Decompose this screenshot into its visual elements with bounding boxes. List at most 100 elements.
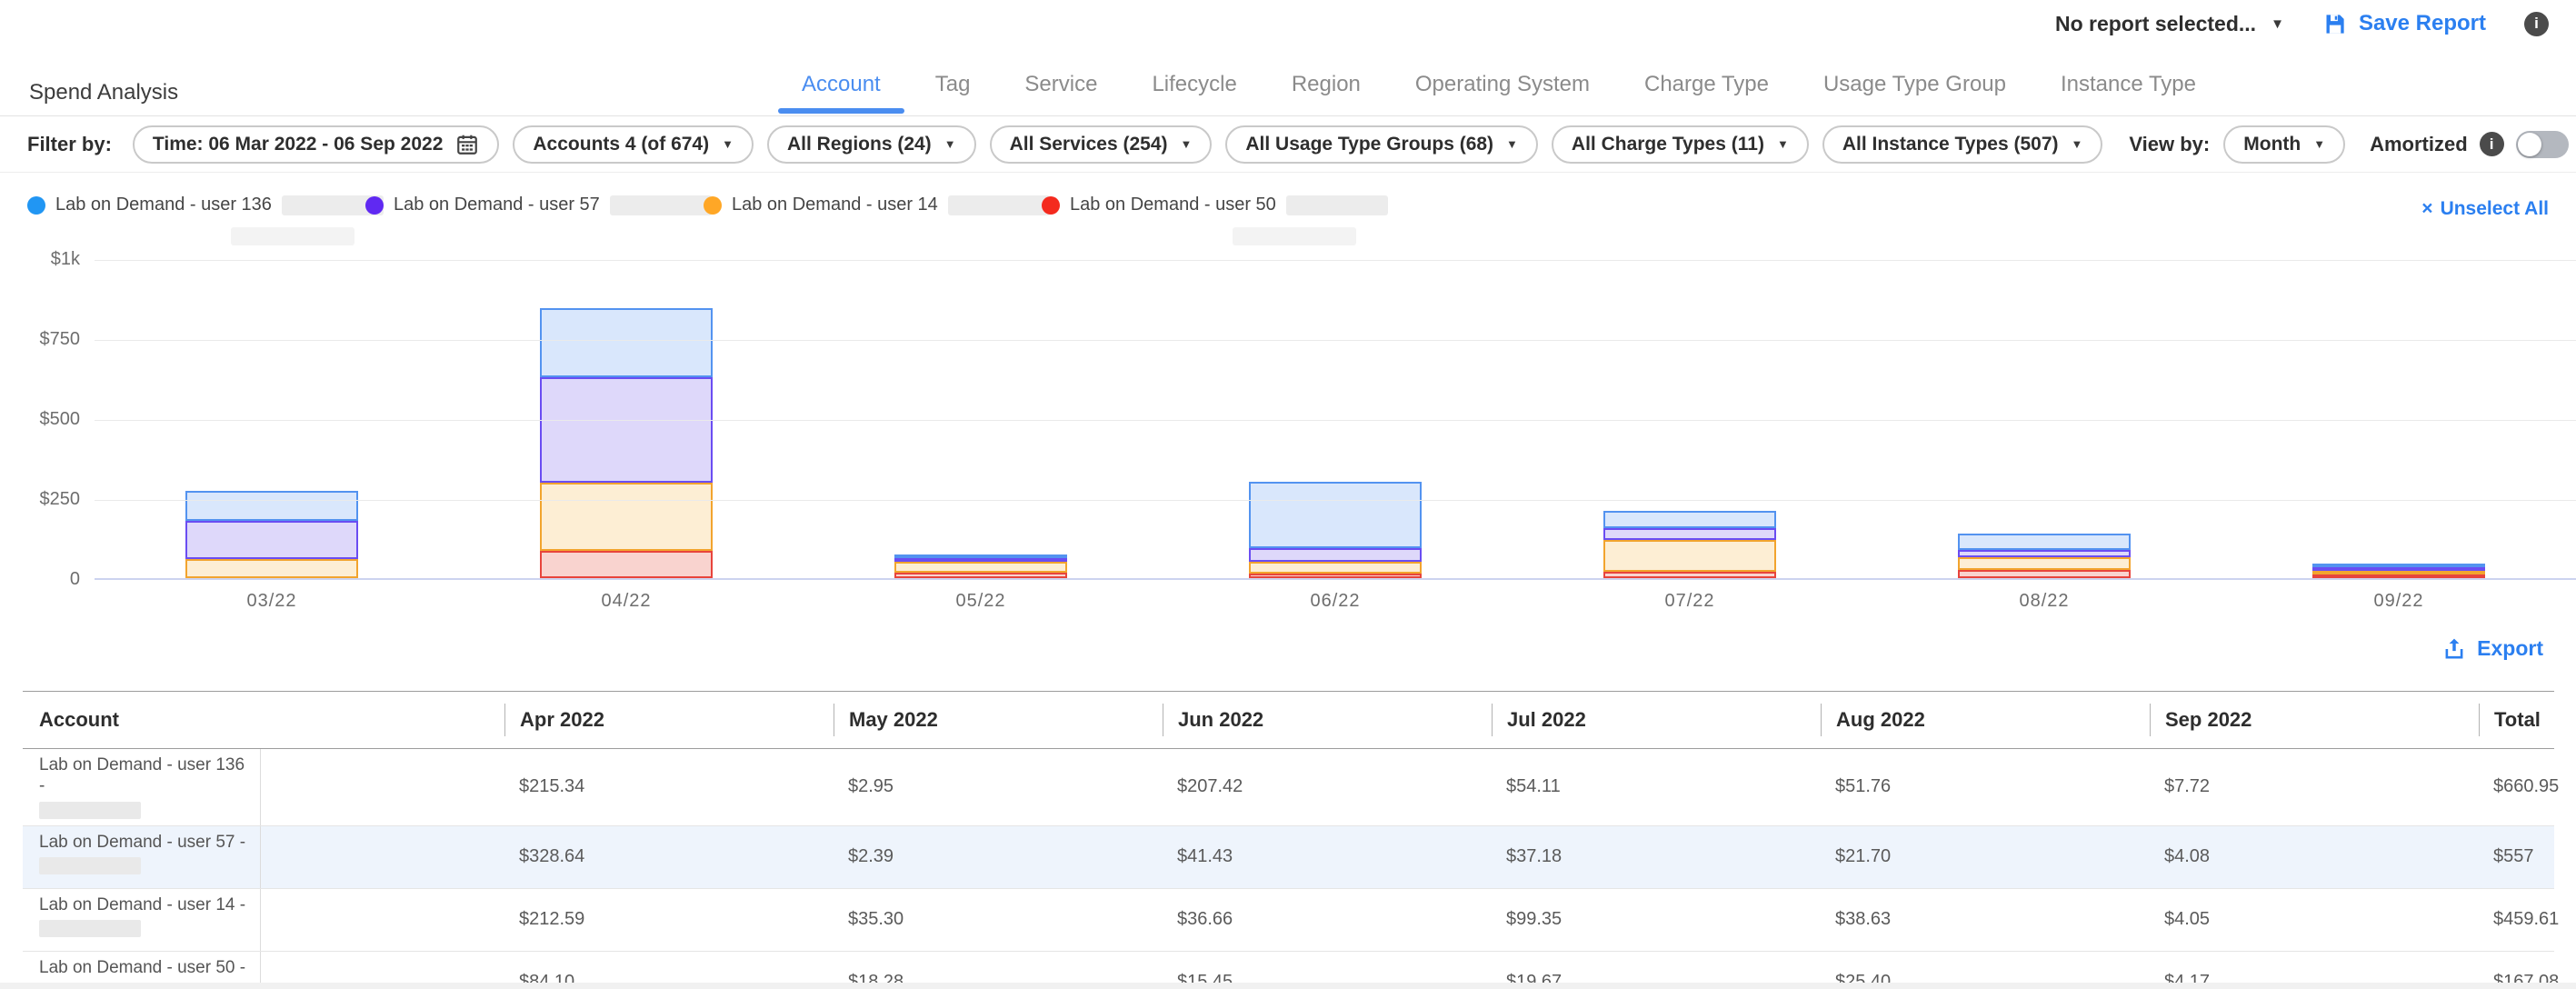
column-header-Sep 2022: Sep 2022 [2150,692,2479,749]
x-tick-label: 04/22 [449,591,804,612]
bottom-edge-strip [0,983,2576,989]
legend-dot-icon [1042,196,1060,215]
tab-service[interactable]: Service [997,53,1124,115]
value-cell: $36.66 [1163,888,1492,951]
stacked-bar-03-22[interactable] [185,491,358,578]
chevron-down-icon: ▼ [2313,138,2325,150]
report-selector-dropdown[interactable]: No report selected... ▼ [2055,12,2284,36]
value-cell: $2.39 [834,825,1163,888]
info-icon[interactable]: i [2524,12,2549,36]
bar-slot-06-22 [1158,260,1513,578]
value-cell: $7.72 [2150,749,2479,826]
account-name: Lab on Demand - user 136 - [39,755,253,797]
column-header-label: May 2022 [834,704,1163,736]
bar-segment [1249,482,1422,548]
value-cell [260,888,504,951]
filter-pill-accounts-4-of-674-[interactable]: Accounts 4 (of 674)▼ [513,125,754,164]
stacked-bar-04-22[interactable] [540,308,713,578]
bar-segment [894,562,1067,573]
table-row[interactable]: Lab on Demand - user 14 -$212.59$35.30$3… [23,888,2554,951]
redacted-account-id [948,195,1050,215]
filter-pill-all-instance-types-507-[interactable]: All Instance Types (507)▼ [1822,125,2103,164]
filter-pill-all-services-254-[interactable]: All Services (254)▼ [990,125,1213,164]
legend-item-label: Lab on Demand - user 57 [394,195,600,215]
value-cell: $41.43 [1163,825,1492,888]
bar-segment [1958,550,2131,557]
legend-item-3[interactable]: Lab on Demand - user 50 [1042,195,1380,215]
save-icon [2322,12,2347,36]
value-cell: $328.64 [504,825,834,888]
tab-instance-type[interactable]: Instance Type [2033,53,2223,115]
filter-pill-all-regions-24-[interactable]: All Regions (24)▼ [767,125,976,164]
tab-usage-type-group[interactable]: Usage Type Group [1796,53,2033,115]
legend-dot-icon [704,196,722,215]
unselect-all-button[interactable]: × Unselect All [2421,198,2549,220]
spend-table-wrap: AccountApr 2022May 2022Jun 2022Jul 2022A… [23,691,2554,989]
tab-charge-type[interactable]: Charge Type [1617,53,1796,115]
stacked-bar-06-22[interactable] [1249,482,1422,578]
filter-pill-all-usage-type-groups-68-[interactable]: All Usage Type Groups (68)▼ [1225,125,1538,164]
account-cell: Lab on Demand - user 57 - [23,825,260,888]
filter-pill-label: Accounts 4 (of 674) [533,134,709,155]
topbar: No report selected... ▼ Save Report i [2055,11,2549,36]
x-axis-labels: 03/2204/2205/2206/2207/2208/2209/22 [95,591,2576,612]
tab-tag[interactable]: Tag [908,53,998,115]
amortized-label: Amortized [2370,133,2468,156]
value-cell: $459.61 [2479,888,2554,951]
tab-account[interactable]: Account [774,53,908,115]
filter-pill-label: All Regions (24) [787,134,932,155]
y-tick-label: $250 [0,489,80,510]
bar-segment [540,377,713,483]
stacked-bar-07-22[interactable] [1603,511,1776,578]
filter-pill-all-charge-types-11-[interactable]: All Charge Types (11)▼ [1552,125,1809,164]
stacked-bar-05-22[interactable] [894,554,1067,578]
header-band: Spend Analysis AccountTagServiceLifecycl… [0,53,2576,116]
x-tick-label: 05/22 [804,591,1158,612]
value-cell [260,749,504,826]
time-range-pill[interactable]: Time: 06 Mar 2022 - 06 Sep 2022 [133,125,499,164]
x-tick-label: 08/22 [1867,591,2222,612]
tab-region[interactable]: Region [1264,53,1388,115]
redacted-account-id [39,920,141,937]
x-tick-label: 09/22 [2222,591,2576,612]
view-by-dropdown[interactable]: Month ▼ [2223,125,2345,164]
time-range-label: Time: 06 Mar 2022 - 06 Sep 2022 [153,134,443,155]
column-header-label: Jun 2022 [1163,704,1492,736]
value-cell: $38.63 [1821,888,2150,951]
column-header-Aug 2022: Aug 2022 [1821,692,2150,749]
value-cell: $4.08 [2150,825,2479,888]
amortized-info-icon[interactable]: i [2480,132,2504,156]
stacked-bar-08-22[interactable] [1958,534,2131,578]
value-cell: $99.35 [1492,888,1821,951]
bar-segment [1249,548,1422,562]
legend-item-2[interactable]: Lab on Demand - user 14 [704,195,1042,215]
column-header-May 2022: May 2022 [834,692,1163,749]
bar-slot-08-22 [1867,260,2222,578]
column-header-Apr 2022: Apr 2022 [504,692,834,749]
export-button[interactable]: Export [2442,636,2543,661]
column-header-Jul 2022: Jul 2022 [1492,692,1821,749]
table-row[interactable]: Lab on Demand - user 57 - $328.64$2.39$41… [23,825,2554,888]
gridline [95,340,2576,341]
bar-segment [540,308,713,377]
tab-lifecycle[interactable]: Lifecycle [1124,53,1263,115]
value-cell: $660.95 [2479,749,2554,826]
table-row[interactable]: Lab on Demand - user 136 -$215.34$2.95$2… [23,749,2554,826]
legend-item-0[interactable]: Lab on Demand - user 136 [27,195,365,215]
bar-slot-03-22 [95,260,449,578]
value-cell: $21.70 [1821,825,2150,888]
amortized-toggle[interactable] [2516,131,2569,158]
bar-slots [95,260,2576,578]
bar-slot-05-22 [804,260,1158,578]
report-selector-label: No report selected... [2055,12,2256,36]
stacked-bar-09-22[interactable] [2312,564,2485,578]
legend-item-1[interactable]: Lab on Demand - user 57 [365,195,704,215]
bar-segment [185,521,358,559]
value-cell: $207.42 [1163,749,1492,826]
column-header-label: Sep 2022 [2150,704,2479,736]
save-report-button[interactable]: Save Report [2322,11,2486,36]
column-header-label: Aug 2022 [1821,704,2150,736]
bar-segment [2312,574,2485,578]
account-cell: Lab on Demand - user 136 - [23,749,260,826]
tab-operating-system[interactable]: Operating System [1388,53,1617,115]
